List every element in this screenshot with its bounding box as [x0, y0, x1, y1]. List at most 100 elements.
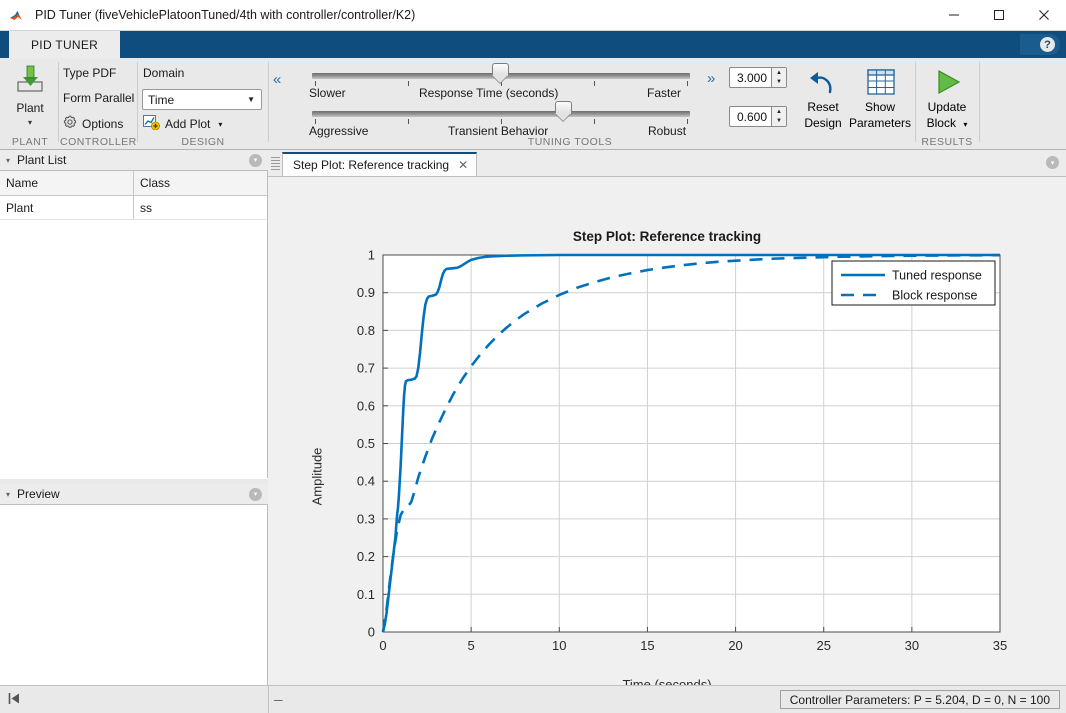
svg-text:10: 10 [552, 638, 566, 653]
table-row[interactable]: Plant ss [0, 196, 267, 220]
add-plot-label: Add Plot [165, 117, 210, 131]
svg-text:0.5: 0.5 [357, 436, 375, 451]
preview-header[interactable]: ▾ Preview ▾ [0, 484, 268, 505]
matlab-icon [9, 7, 27, 23]
show-parameters-button[interactable]: Show Parameters [848, 58, 912, 150]
plant-button[interactable]: Plant ▾ [4, 62, 56, 127]
response-time-value[interactable]: 3.000 [730, 71, 771, 85]
chevron-down-icon[interactable]: ▾ [4, 118, 56, 127]
slider-track[interactable] [312, 111, 690, 117]
svg-text:0: 0 [379, 638, 386, 653]
preview-body [0, 505, 268, 685]
help-icon: ? [1040, 37, 1055, 52]
column-header-name[interactable]: Name [0, 171, 134, 195]
separator-3 [268, 62, 269, 142]
left-dock: ▾ Plant List ▾ Name Class Plant ss ▾ Pre… [0, 150, 268, 685]
transient-behavior-value[interactable]: 0.600 [730, 110, 771, 124]
play-triangle-icon [934, 68, 962, 99]
collapse-panel-icon[interactable] [8, 692, 22, 708]
domain-select[interactable]: Time ▼ [142, 89, 262, 110]
slider-thumb[interactable] [555, 101, 572, 121]
svg-text:0.4: 0.4 [357, 474, 375, 489]
transient-behavior-spinner[interactable]: 0.600 ▲ ▼ [729, 106, 787, 127]
pid-tuner-window: PID Tuner (fiveVehiclePlatoonTuned/4th w… [0, 0, 1066, 713]
ribbon-group-plant: Plant ▾ PLANT [4, 58, 56, 150]
svg-text:0: 0 [368, 625, 375, 640]
close-button[interactable] [1021, 0, 1066, 31]
controller-parameters-status: Controller Parameters: P = 5.204, D = 0,… [780, 690, 1060, 709]
collapse-left-icon[interactable]: « [273, 71, 281, 88]
spinner-down-icon[interactable]: ▼ [772, 78, 786, 88]
status-separator [268, 686, 269, 713]
svg-text:35: 35 [993, 638, 1007, 653]
gear-icon [63, 115, 77, 132]
svg-text:20: 20 [728, 638, 742, 653]
slider-tick [687, 119, 688, 124]
slider-right-label: Faster [647, 86, 681, 100]
ribbon-group-tuning-tools: « » Slower Response Time (seconds) Faste… [270, 58, 800, 150]
plant-list-title: Plant List [17, 153, 66, 167]
reset-design-button[interactable]: Reset Design [798, 58, 848, 150]
column-header-class[interactable]: Class [134, 171, 267, 195]
chevron-down-icon[interactable]: ▾ [218, 120, 222, 129]
svg-text:25: 25 [816, 638, 830, 653]
slider-left-label: Slower [309, 86, 346, 100]
spinner-buttons[interactable]: ▲ ▼ [771, 68, 786, 87]
svg-text:0.1: 0.1 [357, 587, 375, 602]
show-parameters-label-2: Parameters [848, 116, 912, 130]
ribbon: Plant ▾ PLANT Type PDF Form Parallel Opt… [0, 58, 1066, 150]
table-icon [867, 68, 895, 99]
chevron-down-icon[interactable]: ▾ [6, 156, 10, 165]
window-title: PID Tuner (fiveVehiclePlatoonTuned/4th w… [35, 8, 415, 22]
chevron-down-icon: ▼ [247, 95, 255, 104]
cell-name: Plant [0, 196, 134, 219]
panel-menu-icon[interactable]: ▾ [249, 154, 262, 167]
update-block-button[interactable]: Update Block ▾ RESULTS [917, 58, 977, 150]
spinner-up-icon[interactable]: ▲ [772, 68, 786, 78]
plant-list-table-header: Name Class [0, 171, 267, 196]
chevron-down-icon[interactable]: ▾ [963, 120, 967, 129]
svg-text:0.7: 0.7 [357, 361, 375, 376]
group-label-results: RESULTS [917, 136, 977, 148]
slider-tick [687, 81, 688, 86]
slider-thumb[interactable] [492, 63, 509, 83]
spinner-up-icon[interactable]: ▲ [772, 107, 786, 117]
preview-title: Preview [17, 487, 60, 501]
minimize-button[interactable] [931, 0, 976, 31]
type-label[interactable]: Type PDF [63, 66, 116, 80]
svg-text:30: 30 [905, 638, 919, 653]
domain-label: Domain [143, 66, 184, 80]
plot-tab-label: Step Plot: Reference tracking [293, 158, 449, 172]
undo-arrow-icon [808, 70, 838, 99]
group-label-controller: CONTROLLER [60, 136, 135, 148]
form-label[interactable]: Form Parallel [63, 91, 134, 105]
spinner-buttons[interactable]: ▲ ▼ [771, 107, 786, 126]
group-label-plant: PLANT [4, 136, 56, 148]
drag-grip-icon[interactable] [271, 154, 280, 173]
tab-pid-tuner[interactable]: PID TUNER [9, 31, 120, 58]
ribbon-tab-strip: PID TUNER ? [0, 31, 1066, 58]
response-time-spinner[interactable]: 3.000 ▲ ▼ [729, 67, 787, 88]
slider-tick [594, 119, 595, 124]
spinner-down-icon[interactable]: ▼ [772, 117, 786, 127]
tab-step-plot-reference-tracking[interactable]: Step Plot: Reference tracking ✕ [282, 152, 477, 176]
svg-text:0.6: 0.6 [357, 398, 375, 413]
svg-text:0.9: 0.9 [357, 285, 375, 300]
chevron-down-icon[interactable]: ▾ [6, 490, 10, 499]
plot-panel-menu-icon[interactable]: ▾ [1046, 156, 1059, 169]
help-button[interactable]: ? [1020, 34, 1060, 55]
title-bar: PID Tuner (fiveVehiclePlatoonTuned/4th w… [0, 0, 1066, 31]
status-bar: ─ Controller Parameters: P = 5.204, D = … [0, 685, 1066, 713]
separator-5 [979, 62, 980, 142]
maximize-button[interactable] [976, 0, 1021, 31]
add-plot-button[interactable]: Add Plot ▾ [143, 115, 222, 133]
options-button[interactable]: Options [63, 115, 123, 132]
collapse-right-icon[interactable]: » [707, 70, 715, 87]
plant-list-header[interactable]: ▾ Plant List ▾ [0, 150, 268, 171]
panel-menu-icon[interactable]: ▾ [249, 488, 262, 501]
separator-1 [58, 62, 59, 142]
options-label: Options [82, 117, 123, 131]
svg-text:0.8: 0.8 [357, 323, 375, 338]
step-response-chart: 0510152025303500.10.20.30.40.50.60.70.80… [268, 177, 1066, 685]
close-icon[interactable]: ✕ [458, 158, 468, 172]
